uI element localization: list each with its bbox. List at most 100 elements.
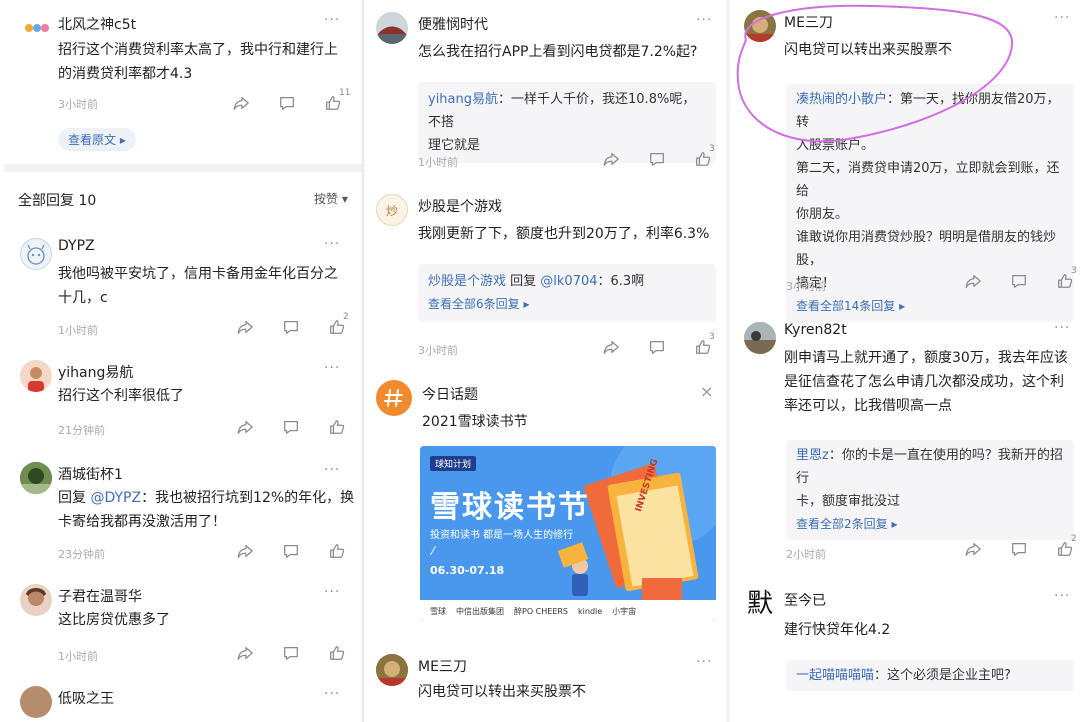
user-name[interactable]: 北风之神c5t	[58, 14, 136, 34]
more-dots-icon[interactable]: ···	[324, 462, 340, 478]
quote-user-link[interactable]: 凑热闹的小散户	[796, 92, 887, 107]
thumb-up-icon[interactable]: 2	[1056, 534, 1077, 558]
thumb-up-icon[interactable]	[328, 542, 346, 560]
thumb-up-icon[interactable]	[328, 418, 346, 436]
share-icon[interactable]	[964, 540, 982, 558]
user-name[interactable]: Kyren82t	[784, 322, 847, 338]
view-all-replies-link[interactable]: 查看全部14条回复 ▸	[796, 295, 1064, 318]
like-count: 3	[1071, 266, 1077, 276]
sponsor-strip: 雪球 中信出版集团 醉PO CHEERS kindle 小宇宙	[420, 600, 716, 622]
user-name[interactable]: 便雅悯时代	[418, 14, 488, 34]
avatar[interactable]	[376, 654, 408, 686]
more-dots-icon[interactable]: ···	[324, 360, 340, 376]
timestamp: 3小时前	[786, 280, 826, 293]
topic-label: 今日话题	[422, 387, 478, 403]
banner-dates: 06.30-07.18	[430, 564, 505, 577]
avatar[interactable]	[20, 360, 52, 392]
quote-line: 第二天，消费贷申请20万，立即就会到账，还给	[796, 161, 1060, 199]
more-dots-icon[interactable]: ···	[324, 686, 340, 702]
view-all-replies-link[interactable]: 查看全部2条回复 ▸	[796, 513, 1064, 536]
more-dots-icon[interactable]: ···	[1054, 320, 1070, 336]
avatar[interactable]	[744, 10, 776, 42]
user-name[interactable]: 酒城街杯1	[58, 464, 123, 484]
more-dots-icon[interactable]: ···	[324, 584, 340, 600]
action-bar	[236, 542, 356, 560]
avatar[interactable]	[376, 12, 408, 44]
avatar[interactable]	[20, 462, 52, 494]
view-all-replies-link[interactable]: 查看全部6条回复 ▸	[428, 293, 706, 316]
comment-icon[interactable]	[648, 338, 666, 356]
user-name[interactable]: 炒股是个游戏	[418, 196, 502, 216]
avatar[interactable]: 默	[744, 588, 776, 620]
quote-line: 一起喵喵喵喵：这个必须是企业主吧?	[796, 664, 1064, 687]
action-bar	[236, 418, 356, 436]
reading-festival-banner[interactable]: 球知计划 雪球读书节 投资和读书 都是一场人生的修行 ⁄ 06.30-07.18…	[420, 446, 716, 622]
more-dots-icon[interactable]: ···	[324, 12, 340, 28]
user-name[interactable]: 子君在温哥华	[58, 586, 142, 606]
comment-icon[interactable]	[648, 150, 666, 168]
more-dots-icon[interactable]: ···	[1054, 10, 1070, 26]
like-count: 3	[709, 144, 715, 154]
thumb-up-icon[interactable]: 2	[328, 312, 349, 336]
share-icon[interactable]	[236, 418, 254, 436]
comment-line: 刚申请马上就开通了，额度30万，我去年应该	[784, 350, 1068, 366]
hashtag-icon	[376, 380, 412, 416]
reply-quote: 一起喵喵喵喵：这个必须是企业主吧?	[786, 660, 1074, 691]
thumb-up-icon[interactable]	[328, 644, 346, 662]
user-name[interactable]: 至今已	[784, 590, 826, 610]
thumb-up-icon[interactable]: 11	[324, 88, 350, 112]
share-icon[interactable]	[602, 338, 620, 356]
comment-icon[interactable]	[1010, 272, 1028, 290]
banner-subtitle: 投资和读书 都是一场人生的修行	[430, 530, 574, 541]
avatar[interactable]: 炒	[376, 194, 408, 226]
mention-link[interactable]: @DYPZ	[90, 490, 141, 506]
quote-user-link[interactable]: yihang易航	[428, 92, 498, 107]
share-icon[interactable]	[602, 150, 620, 168]
comment-icon[interactable]	[1010, 540, 1028, 558]
action-bar: 3	[964, 266, 1080, 290]
quote-user-link[interactable]: 炒股是个游戏	[428, 274, 506, 289]
share-icon[interactable]	[232, 94, 250, 112]
quote-user-link[interactable]: 里恩z	[796, 448, 829, 463]
timestamp: 23分钟前	[58, 548, 105, 561]
thumb-up-icon[interactable]: 3	[694, 332, 715, 356]
thumb-up-icon[interactable]: 3	[1056, 266, 1077, 290]
thumb-up-icon[interactable]: 3	[694, 144, 715, 168]
topic-card[interactable]: 今日话题 × 2021雪球读书节 球知计划 雪球读书节 投资和读书 都是一场人生…	[364, 372, 724, 632]
action-bar	[236, 644, 356, 662]
comment-icon[interactable]	[282, 318, 300, 336]
more-dots-icon[interactable]: ···	[696, 654, 712, 670]
avatar[interactable]	[20, 686, 52, 718]
list-item: 默 至今已 ··· 建行快贷年化4.2 一起喵喵喵喵：这个必须是企业主吧?	[732, 586, 1080, 722]
user-name[interactable]: 低吸之王	[58, 688, 114, 708]
share-icon[interactable]	[236, 644, 254, 662]
comment-icon[interactable]	[278, 94, 296, 112]
share-icon[interactable]	[236, 542, 254, 560]
close-icon[interactable]: ×	[700, 382, 714, 401]
avatar[interactable]	[20, 584, 52, 616]
more-dots-icon[interactable]: ···	[324, 236, 340, 252]
share-icon[interactable]	[236, 318, 254, 336]
user-name[interactable]: ME三刀	[784, 12, 833, 32]
view-original-label: 查看原文	[68, 133, 117, 147]
avatar[interactable]	[20, 12, 52, 44]
comment-icon[interactable]	[282, 644, 300, 662]
sort-dropdown[interactable]: 按赞 ▾	[314, 190, 348, 207]
banner-headline: 雪球读书节	[430, 490, 590, 525]
avatar[interactable]	[20, 238, 52, 270]
more-dots-icon[interactable]: ···	[1054, 588, 1070, 604]
mention-link[interactable]: @lk0704	[540, 274, 597, 289]
user-name[interactable]: yihang易航	[58, 362, 133, 382]
more-dots-icon[interactable]: ···	[696, 12, 712, 28]
share-icon[interactable]	[964, 272, 982, 290]
user-name[interactable]: DYPZ	[58, 238, 95, 254]
avatar[interactable]	[744, 322, 776, 354]
quote-user-link[interactable]: 一起喵喵喵喵	[796, 668, 874, 683]
post-line: 的消费贷利率都才4.3	[58, 66, 193, 82]
comment-icon[interactable]	[282, 418, 300, 436]
topic-title[interactable]: 2021雪球读书节	[422, 410, 712, 434]
comment-icon[interactable]	[282, 542, 300, 560]
timestamp: 3小时前	[58, 98, 98, 111]
user-name[interactable]: ME三刀	[418, 656, 467, 676]
view-original-button[interactable]: 查看原文 ▸	[58, 128, 136, 151]
